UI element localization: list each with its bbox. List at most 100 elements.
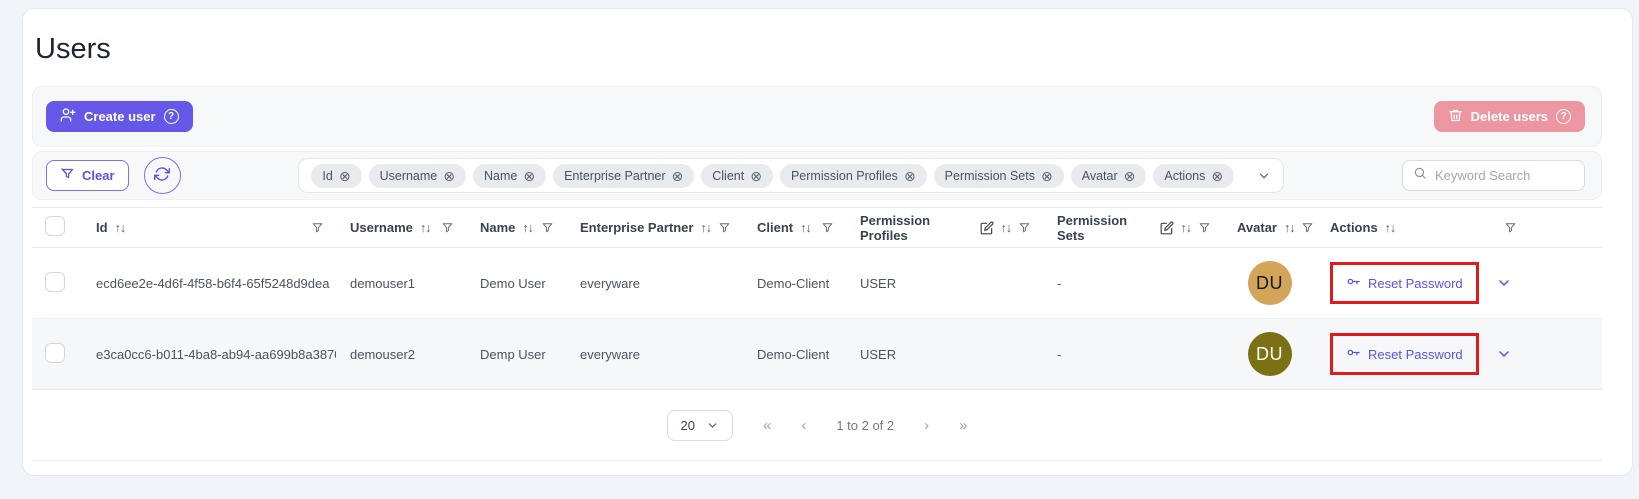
chip-label: Id [322, 169, 332, 183]
search-icon [1413, 166, 1427, 185]
chip-name[interactable]: Name ⊗ [473, 164, 546, 188]
remove-icon[interactable]: ⊗ [672, 169, 684, 183]
pagination: 20 « ‹ 1 to 2 of 2 › » [32, 390, 1602, 461]
users-card: Users Create user ? Delete users ? Clear [22, 8, 1633, 476]
chip-avatar[interactable]: Avatar⊗ [1071, 164, 1147, 188]
cell-permission-profiles: USER [846, 276, 1043, 291]
toolbar: Create user ? Delete users ? [32, 86, 1602, 147]
remove-icon[interactable]: ⊗ [339, 169, 351, 183]
remove-icon[interactable]: ⊗ [1124, 169, 1136, 183]
delete-users-button[interactable]: Delete users ? [1434, 101, 1585, 132]
cell-client: Demo-Client [743, 347, 846, 362]
chip-client[interactable]: Client⊗ [701, 164, 773, 188]
column-label: Enterprise Partner [580, 220, 693, 235]
chip-username[interactable]: Username⊗ [369, 164, 466, 188]
help-icon: ? [164, 109, 179, 124]
refresh-button[interactable] [144, 157, 181, 194]
filter-icon[interactable] [311, 221, 324, 234]
remove-icon[interactable]: ⊗ [750, 169, 762, 183]
sort-icon[interactable]: ↑↓ [1181, 221, 1192, 235]
cell-actions: Reset Password [1316, 333, 1602, 375]
chip-permission-sets[interactable]: Permission Sets ⊗ [934, 164, 1064, 188]
sort-icon[interactable]: ↑↓ [1284, 221, 1295, 235]
refresh-icon [154, 166, 170, 185]
sort-icon[interactable]: ↑↓ [1001, 221, 1012, 235]
table-header: Id ↑↓ Username ↑↓ Name ↑↓ Enterprise Par… [32, 207, 1602, 248]
cell-permission-sets: - [1043, 276, 1223, 291]
create-user-button[interactable]: Create user ? [46, 101, 193, 132]
reset-password-label: Reset Password [1368, 347, 1463, 362]
trash-icon [1448, 108, 1463, 126]
sort-icon[interactable]: ↑↓ [700, 221, 711, 235]
filter-icon[interactable] [541, 221, 554, 234]
cell-name: Demo User [466, 276, 566, 291]
sort-icon[interactable]: ↑↓ [420, 221, 431, 235]
column-label: Client [757, 220, 793, 235]
col-header-name: Name ↑↓ [466, 220, 566, 235]
delete-users-label: Delete users [1471, 109, 1548, 124]
row-expand-chevron-icon[interactable] [1496, 275, 1512, 291]
avatar: DU [1248, 332, 1292, 376]
chip-label: Actions [1164, 169, 1205, 183]
column-label: Id [96, 220, 108, 235]
remove-icon[interactable]: ⊗ [1041, 169, 1053, 183]
cell-avatar: DU [1223, 332, 1316, 376]
cell-username: demouser1 [336, 276, 466, 291]
clear-filters-button[interactable]: Clear [46, 160, 129, 191]
filter-icon[interactable] [441, 221, 454, 234]
next-page-button[interactable]: › [924, 417, 929, 434]
page-title: Users [35, 33, 1602, 66]
column-label: Permission Sets [1057, 213, 1153, 243]
row-checkbox[interactable] [45, 272, 65, 292]
remove-icon[interactable]: ⊗ [904, 169, 916, 183]
sort-icon[interactable]: ↑↓ [115, 221, 126, 235]
chevron-down-icon[interactable] [1257, 169, 1271, 183]
annotation-highlight: Reset Password [1330, 262, 1479, 304]
column-label: Name [480, 220, 515, 235]
reset-password-button[interactable]: Reset Password [1340, 345, 1469, 363]
table-row: ecd6ee2e-4d6f-4f58-b6f4-65f5248d9dea dem… [32, 248, 1602, 319]
chip-enterprise-partner[interactable]: Enterprise Partner⊗ [553, 164, 694, 188]
sort-icon[interactable]: ↑↓ [800, 221, 811, 235]
key-icon [1346, 274, 1361, 292]
row-expand-chevron-icon[interactable] [1496, 346, 1512, 362]
filter-icon[interactable] [1504, 221, 1517, 234]
search-input[interactable] [1435, 168, 1574, 183]
prev-page-button[interactable]: ‹ [801, 417, 806, 434]
chip-permission-profiles[interactable]: Permission Profiles⊗ [780, 164, 927, 188]
sort-icon[interactable]: ↑↓ [522, 221, 533, 235]
chip-label: Name [484, 169, 517, 183]
chip-label: Permission Sets [945, 169, 1035, 183]
cell-id: ecd6ee2e-4d6f-4f58-b6f4-65f5248d9dea [82, 276, 336, 291]
filter-icon[interactable] [1198, 221, 1211, 234]
edit-icon[interactable] [980, 221, 994, 235]
create-user-label: Create user [84, 109, 156, 124]
remove-icon[interactable]: ⊗ [1211, 169, 1223, 183]
filter-icon[interactable] [718, 221, 731, 234]
avatar: DU [1248, 261, 1292, 305]
filter-icon[interactable] [821, 221, 834, 234]
sort-icon[interactable]: ↑↓ [1385, 221, 1396, 235]
cell-avatar: DU [1223, 261, 1316, 305]
edit-icon[interactable] [1160, 221, 1174, 235]
remove-icon[interactable]: ⊗ [443, 169, 455, 183]
filter-icon[interactable] [1301, 221, 1314, 234]
row-checkbox[interactable] [45, 343, 65, 363]
keyword-search [1402, 160, 1585, 191]
remove-icon[interactable]: ⊗ [523, 169, 535, 183]
chevron-down-icon [706, 419, 719, 432]
reset-password-button[interactable]: Reset Password [1340, 274, 1469, 292]
last-page-button[interactable]: » [959, 417, 967, 434]
chip-id[interactable]: Id ⊗ [311, 164, 361, 188]
cell-client: Demo-Client [743, 276, 846, 291]
users-table: Id ↑↓ Username ↑↓ Name ↑↓ Enterprise Par… [32, 207, 1602, 390]
first-page-button[interactable]: « [763, 417, 771, 434]
select-all-checkbox[interactable] [45, 216, 65, 236]
filter-icon[interactable] [1018, 221, 1031, 234]
filter-off-icon [60, 167, 75, 185]
clear-filters-label: Clear [82, 168, 115, 183]
column-label: Actions [1330, 220, 1378, 235]
page-size-select[interactable]: 20 [667, 410, 733, 441]
table-row: e3ca0cc6-b011-4ba8-ab94-aa699b8a3870 dem… [32, 319, 1602, 390]
chip-actions[interactable]: Actions ⊗ [1153, 164, 1234, 188]
